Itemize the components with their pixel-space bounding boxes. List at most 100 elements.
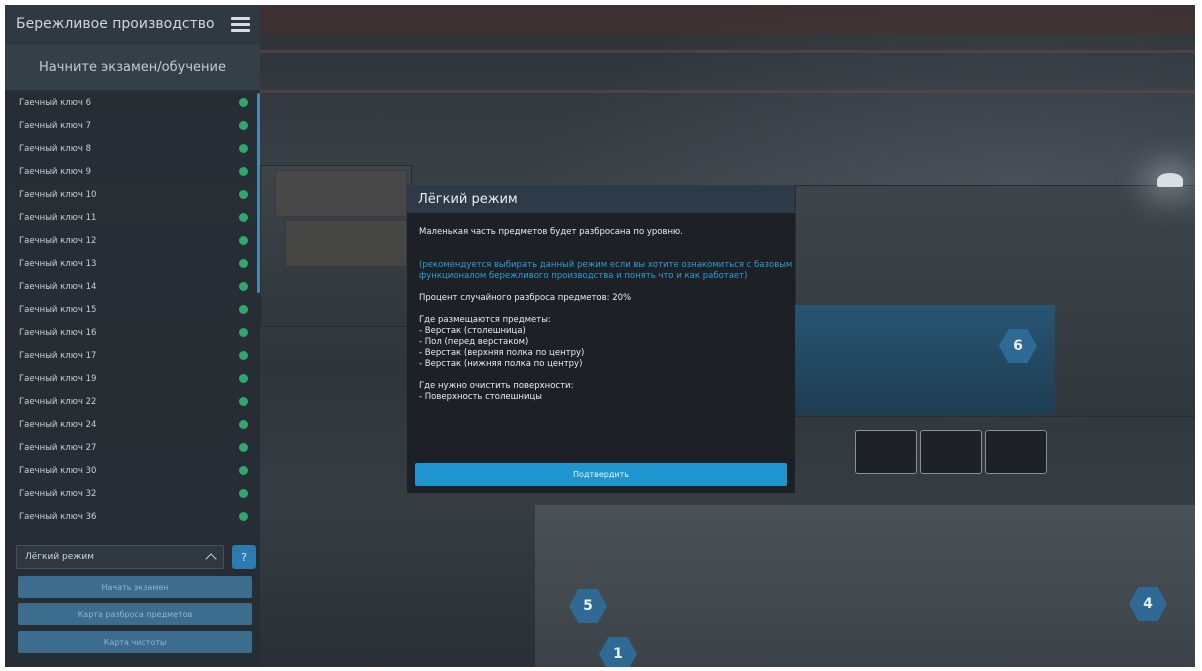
status-dot-icon xyxy=(239,259,248,268)
list-item-label: Гаечный ключ 27 xyxy=(19,442,97,453)
list-item-label: Гаечный ключ 22 xyxy=(19,396,97,407)
list-item[interactable]: Гаечный ключ 17 xyxy=(5,344,260,367)
tool-tray xyxy=(855,430,917,474)
list-item[interactable]: Гаечный ключ 22 xyxy=(5,390,260,413)
clean-item: - Поверхность столешницы xyxy=(419,392,542,402)
dialog-description: Маленькая часть предметов будет разброса… xyxy=(419,227,683,237)
list-item[interactable]: Гаечный ключ 19 xyxy=(5,367,260,390)
help-button[interactable]: ? xyxy=(232,545,256,569)
list-item[interactable]: Гаечный ключ 11 xyxy=(5,206,260,229)
list-item-label: Гаечный ключ 10 xyxy=(19,189,97,200)
status-dot-icon xyxy=(239,420,248,429)
list-item[interactable]: Гаечный ключ 8 xyxy=(5,137,260,160)
marker-label: 4 xyxy=(1143,596,1153,612)
status-dot-icon xyxy=(239,121,248,130)
list-item[interactable]: Гаечный ключ 9 xyxy=(5,160,260,183)
list-item[interactable]: Гаечный ключ 32 xyxy=(5,482,260,505)
sidebar: Бережливое производство Начните экзамен/… xyxy=(5,5,260,667)
scatter-map-button[interactable]: Карта разброса предметов xyxy=(18,603,252,625)
mode-select[interactable]: Лёгкий режим xyxy=(16,545,224,569)
dialog-header: Лёгкий режим xyxy=(407,185,795,213)
ceiling-girder xyxy=(260,90,1195,93)
scene-viewport[interactable]: 6 5 4 1 Бережливое производство Начните … xyxy=(5,5,1195,667)
list-item-label: Гаечный ключ 24 xyxy=(19,419,97,430)
status-dot-icon xyxy=(239,98,248,107)
ceiling-beam xyxy=(260,5,1195,35)
ceiling-girder xyxy=(260,50,1195,53)
mode-row: Лёгкий режим ? xyxy=(16,545,256,569)
list-item[interactable]: Гаечный ключ 24 xyxy=(5,413,260,436)
marker-label: 5 xyxy=(583,598,593,614)
crate xyxy=(275,170,407,217)
status-dot-icon xyxy=(239,512,248,521)
mode-info-dialog: Лёгкий режим Маленькая часть предметов б… xyxy=(407,185,795,493)
list-item-label: Гаечный ключ 19 xyxy=(19,373,97,384)
status-dot-icon xyxy=(239,305,248,314)
start-exam-training-header: Начните экзамен/обучение xyxy=(5,43,260,90)
list-item[interactable]: Гаечный ключ 16 xyxy=(5,321,260,344)
workbench-top xyxy=(535,505,1195,667)
chevron-up-icon xyxy=(205,553,217,565)
list-item[interactable]: Гаечный ключ 6 xyxy=(5,91,260,114)
place-item: - Пол (перед верстаком) xyxy=(419,337,529,347)
dialog-recommendation: (рекомендуется выбирать данный режим есл… xyxy=(419,260,793,270)
list-item-label: Гаечный ключ 12 xyxy=(19,235,97,246)
list-item-label: Гаечный ключ 17 xyxy=(19,350,97,361)
list-item-label: Гаечный ключ 15 xyxy=(19,304,97,315)
status-dot-icon xyxy=(239,167,248,176)
tool-tray xyxy=(985,430,1047,474)
hamburger-menu-icon[interactable] xyxy=(231,16,250,32)
list-scrollbar[interactable] xyxy=(257,93,260,293)
start-exam-button[interactable]: Начать экзамен xyxy=(18,576,252,598)
status-dot-icon xyxy=(239,282,248,291)
dialog-recommendation: функционалом бережливого производства и … xyxy=(419,271,748,281)
list-item[interactable]: Гаечный ключ 15 xyxy=(5,298,260,321)
place-item: - Верстак (нижняя полка по центру) xyxy=(419,359,583,369)
place-item: - Верстак (столешница) xyxy=(419,326,526,336)
wrench-list[interactable]: Гаечный ключ 6 Гаечный ключ 7 Гаечный ключ… xyxy=(5,91,260,543)
status-dot-icon xyxy=(239,489,248,498)
list-item-label: Гаечный ключ 13 xyxy=(19,258,97,269)
list-item-label: Гаечный ключ 36 xyxy=(19,511,97,522)
list-item[interactable]: Гаечный ключ 36 xyxy=(5,505,260,528)
status-dot-icon xyxy=(239,328,248,337)
clean-title: Где нужно очистить поверхности: xyxy=(419,381,574,391)
status-dot-icon xyxy=(239,236,248,245)
list-item-label: Гаечный ключ 7 xyxy=(19,120,91,131)
dialog-title: Лёгкий режим xyxy=(418,191,518,207)
status-dot-icon xyxy=(239,374,248,383)
status-dot-icon xyxy=(239,213,248,222)
list-item[interactable]: Гаечный ключ 14 xyxy=(5,275,260,298)
mode-select-value: Лёгкий режим xyxy=(25,552,95,562)
list-item[interactable]: Гаечный ключ 7 xyxy=(5,114,260,137)
place-item: - Верстак (верхняя полка по центру) xyxy=(419,348,585,358)
list-item[interactable]: Гаечный ключ 27 xyxy=(5,436,260,459)
dialog-percent: Процент случайного разброса предметов: 2… xyxy=(419,293,632,303)
status-dot-icon xyxy=(239,397,248,406)
tool-tray xyxy=(920,430,982,474)
list-item-label: Гаечный ключ 9 xyxy=(19,166,91,177)
list-item-label: Гаечный ключ 14 xyxy=(19,281,97,292)
confirm-button[interactable]: Подтвердить xyxy=(415,463,787,486)
marker-label: 1 xyxy=(613,646,623,662)
list-item[interactable]: Гаечный ключ 30 xyxy=(5,459,260,482)
lamp xyxy=(1157,173,1183,187)
sidebar-header: Бережливое производство xyxy=(5,5,260,43)
marker-label: 6 xyxy=(1013,338,1023,354)
list-item[interactable]: Гаечный ключ 12 xyxy=(5,229,260,252)
list-item-label: Гаечный ключ 16 xyxy=(19,327,97,338)
status-dot-icon xyxy=(239,443,248,452)
list-item-label: Гаечный ключ 6 xyxy=(19,97,91,108)
clean-map-button[interactable]: Карта чистоты xyxy=(18,631,252,653)
status-dot-icon xyxy=(239,351,248,360)
list-item-label: Гаечный ключ 11 xyxy=(19,212,97,223)
list-item[interactable]: Гаечный ключ 13 xyxy=(5,252,260,275)
list-item-label: Гаечный ключ 30 xyxy=(19,465,97,476)
app-title: Бережливое производство xyxy=(16,16,215,32)
dialog-body: Маленькая часть предметов будет разброса… xyxy=(407,213,795,403)
list-item-label: Гаечный ключ 32 xyxy=(19,488,97,499)
list-item[interactable]: Гаечный ключ 10 xyxy=(5,183,260,206)
list-item-label: Гаечный ключ 8 xyxy=(19,143,91,154)
status-dot-icon xyxy=(239,144,248,153)
places-title: Где размещаются предметы: xyxy=(419,315,551,325)
